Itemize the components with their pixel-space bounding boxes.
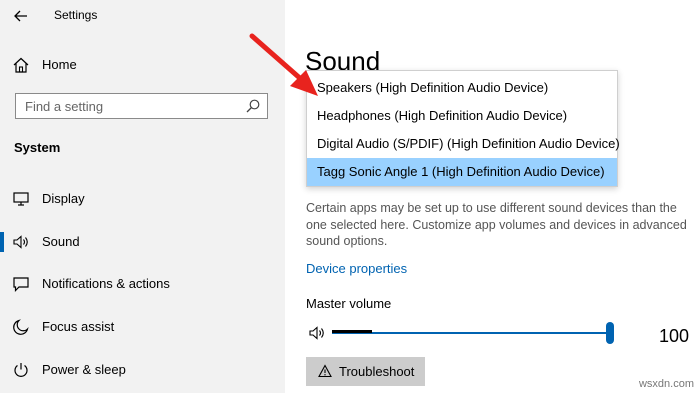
title-bar: Settings [0,0,285,32]
home-label: Home [42,57,77,72]
volume-slider-track[interactable] [332,332,612,334]
master-volume-label: Master volume [306,296,392,311]
app-title: Settings [54,8,98,22]
back-button[interactable] [10,6,34,26]
warning-icon [318,364,332,378]
troubleshoot-label: Troubleshoot [339,364,415,379]
annotation-arrow [249,33,318,96]
chat-bubble-icon [13,277,29,292]
section-heading: System [14,140,61,155]
moon-icon [13,319,29,335]
search-placeholder: Find a setting [25,99,104,114]
dropdown-option[interactable]: Headphones (High Definition Audio Device… [307,102,617,130]
sidebar-item-sound[interactable]: Sound [0,224,285,260]
home-icon [13,57,29,73]
volume-slider-thumb[interactable] [606,322,614,344]
back-arrow-icon [14,10,27,22]
volume-speaker-icon[interactable] [308,323,328,343]
volume-slider-fill [332,330,372,333]
sidebar-item-label: Power & sleep [42,362,126,377]
watermark: wsxdn.com [638,378,694,390]
volume-value: 100 [659,326,690,346]
main-content: Sound Speakers (High Definition Audio De… [285,0,700,393]
sidebar-item-label: Display [42,191,85,206]
output-device-dropdown[interactable]: Speakers (High Definition Audio Device) … [306,70,620,187]
search-input[interactable]: Find a setting [15,93,268,119]
device-properties-link[interactable]: Device properties [306,261,407,276]
dropdown-option[interactable]: Digital Audio (S/PDIF) (High Definition … [307,130,620,158]
sidebar-item-label: Notifications & actions [42,276,170,291]
troubleshoot-button[interactable]: Troubleshoot [306,357,425,386]
monitor-icon [13,192,29,206]
sidebar-item-label: Focus assist [42,319,115,334]
sidebar-item-label: Sound [42,234,80,249]
speaker-icon [13,235,28,249]
description-text: Certain apps may be set up to use differ… [306,201,687,248]
sidebar-item-notifications[interactable]: Notifications & actions [0,266,285,302]
selection-indicator [0,232,4,252]
sidebar-item-display[interactable]: Display [0,181,285,217]
dropdown-option[interactable]: Speakers (High Definition Audio Device) [307,74,617,102]
dropdown-option-selected[interactable]: Tagg Sonic Angle 1 (High Definition Audi… [307,158,617,186]
sidebar-item-power-sleep[interactable]: Power & sleep [0,352,285,388]
power-icon [14,363,28,377]
sidebar-item-focus-assist[interactable]: Focus assist [0,309,285,345]
